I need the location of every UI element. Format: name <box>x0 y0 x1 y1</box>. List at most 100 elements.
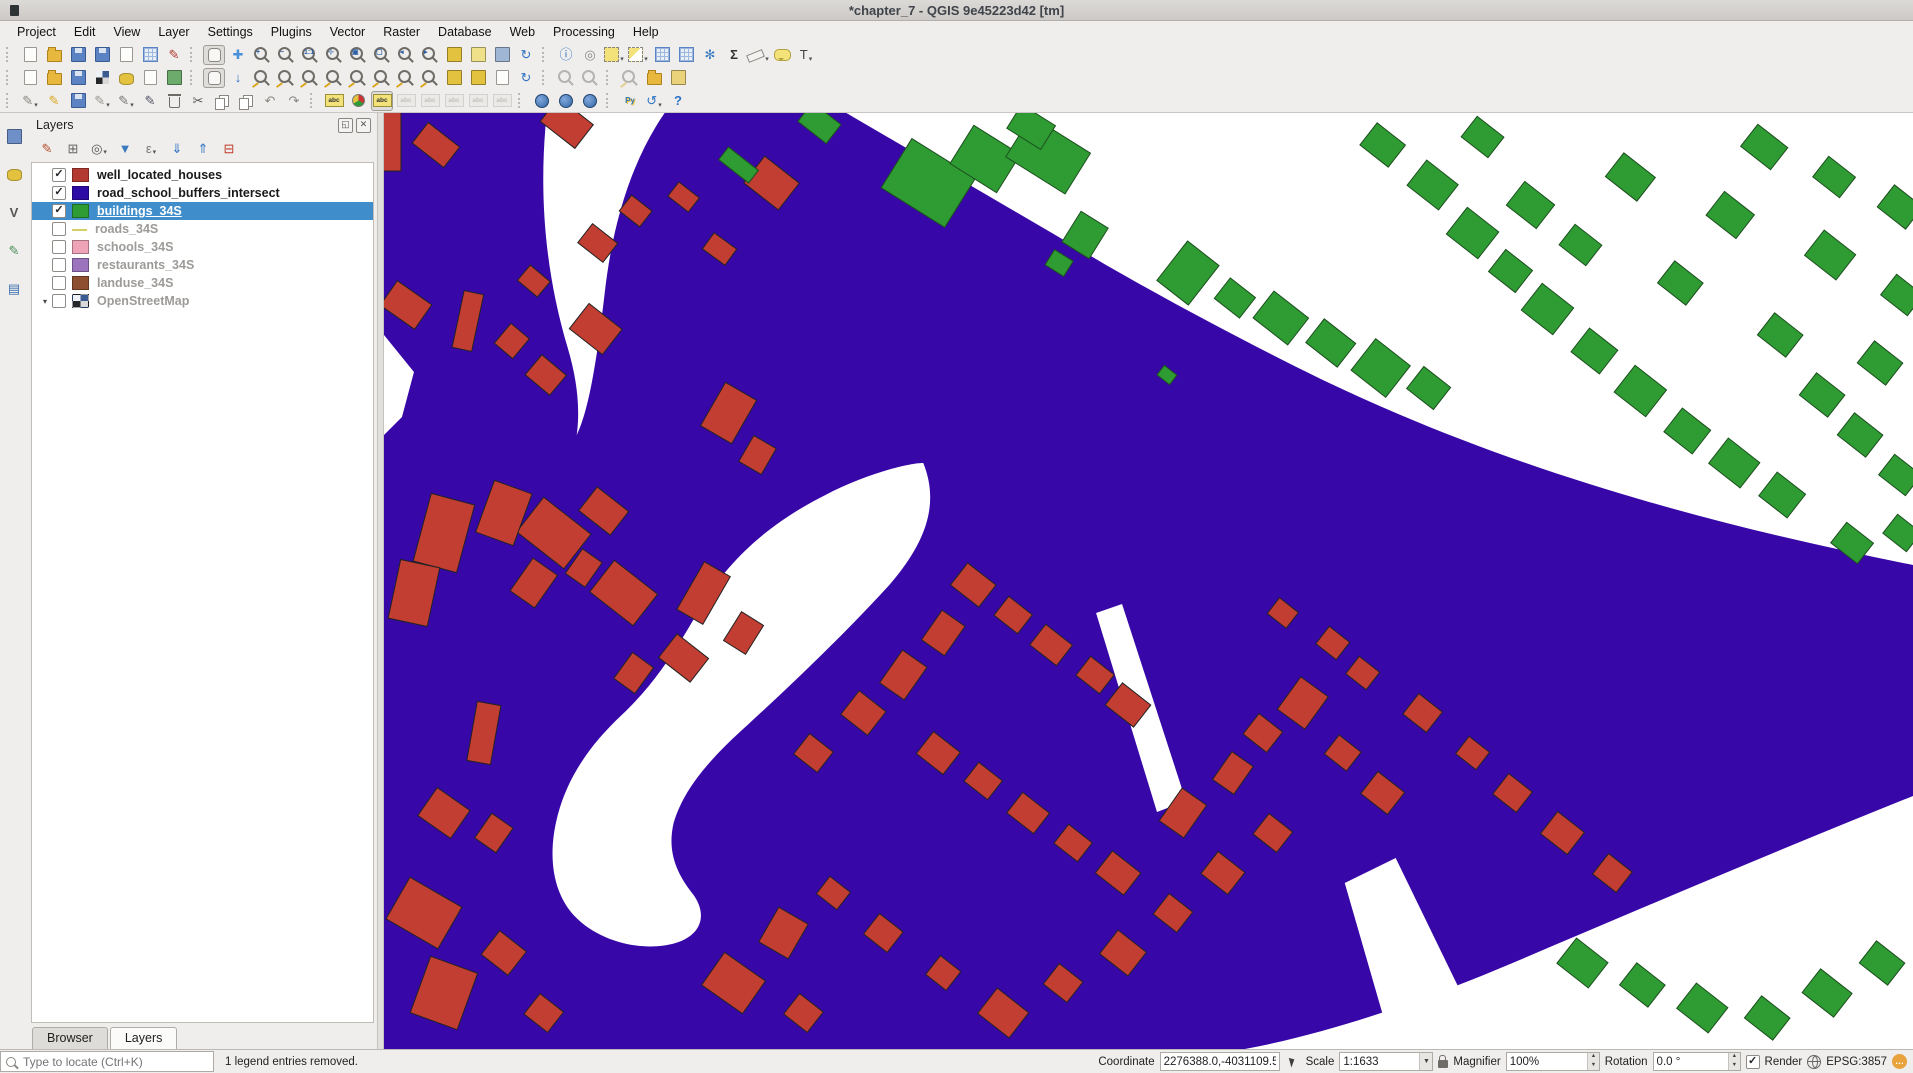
add-mesh-layer-icon[interactable] <box>91 68 113 88</box>
rotation-input[interactable] <box>1654 1056 1729 1068</box>
layer-item-roads_34S[interactable]: roads_34S <box>32 220 373 238</box>
redo-icon[interactable]: ↷ <box>283 91 305 111</box>
collapse-all-icon[interactable]: ⇑ <box>191 138 215 158</box>
pin-labels-icon[interactable]: abc <box>395 91 417 111</box>
select-cursor-icon[interactable] <box>619 68 641 88</box>
layer-labeling-icon[interactable]: abc <box>323 91 345 111</box>
rotation-spinner[interactable]: ▲▼ <box>1728 1053 1739 1070</box>
select-by-value-icon[interactable] <box>275 68 297 88</box>
render-checkbox[interactable]: ✓ <box>1746 1055 1760 1069</box>
digitize-with-curve-icon[interactable]: ✎▾ <box>91 91 113 111</box>
flash-feature-icon[interactable] <box>347 68 369 88</box>
zoom-to-selection-icon[interactable]: ▣ <box>347 45 369 65</box>
zoom-to-feature-icon[interactable] <box>323 68 345 88</box>
advanced-digitizing-panel-icon[interactable]: ✎ <box>2 239 26 261</box>
vertex-editor-panel-icon[interactable]: V <box>2 201 26 223</box>
open-attribute-table-icon[interactable] <box>651 45 673 65</box>
map-tips-icon[interactable] <box>771 45 793 65</box>
new-print-layout-icon[interactable] <box>115 45 137 65</box>
add-group-icon[interactable]: ⊞ <box>61 138 85 158</box>
save-layer-edits-icon[interactable] <box>67 91 89 111</box>
zoom-to-selected-icon[interactable]: ↓ <box>227 68 249 88</box>
menu-project[interactable]: Project <box>8 22 65 42</box>
zoom-in-icon[interactable]: + <box>251 45 273 65</box>
delete-selected-icon[interactable] <box>163 91 185 111</box>
magnifier-input[interactable] <box>1507 1056 1587 1068</box>
plugin-help-icon[interactable]: ↺▾ <box>643 91 665 111</box>
menu-raster[interactable]: Raster <box>374 22 429 42</box>
scale-input[interactable] <box>1340 1056 1419 1068</box>
show-bookmarks-icon[interactable] <box>467 45 489 65</box>
layer-item-buildings_34S[interactable]: buildings_34S <box>32 202 373 220</box>
layer-item-well_located_houses[interactable]: well_located_houses <box>32 166 373 184</box>
layer-checkbox[interactable] <box>52 222 66 236</box>
menu-edit[interactable]: Edit <box>65 22 105 42</box>
identify-features-icon[interactable]: ⓘ <box>555 45 577 65</box>
measure-angle-icon[interactable] <box>251 68 273 88</box>
whats-this-icon[interactable]: ? <box>667 91 689 111</box>
menu-settings[interactable]: Settings <box>199 22 262 42</box>
save-style-icon[interactable] <box>443 68 465 88</box>
paste-features-icon[interactable] <box>235 91 257 111</box>
map-canvas[interactable] <box>384 113 1913 1049</box>
undo-icon[interactable]: ↶ <box>259 91 281 111</box>
select-features-icon[interactable]: ▾ <box>603 45 625 65</box>
layer-checkbox[interactable] <box>52 204 66 218</box>
tab-browser[interactable]: Browser <box>32 1027 108 1049</box>
refresh-map-icon[interactable]: ↻ <box>515 45 537 65</box>
locate-input[interactable] <box>21 1054 208 1070</box>
add-raster-layer-icon[interactable] <box>67 68 89 88</box>
label-options-icon[interactable]: abc <box>371 91 393 111</box>
change-label-icon[interactable]: abc <box>491 91 513 111</box>
topology-check-icon[interactable] <box>419 68 441 88</box>
load-style-icon[interactable] <box>467 68 489 88</box>
messages-icon[interactable]: … <box>1892 1054 1907 1069</box>
layer-checkbox[interactable] <box>52 168 66 182</box>
locate-box[interactable] <box>0 1051 214 1072</box>
python-console-icon[interactable]: Py <box>619 91 641 111</box>
extents-toggle-icon[interactable] <box>1286 1052 1300 1072</box>
field-calculator-icon[interactable] <box>675 45 697 65</box>
layer-checkbox[interactable] <box>52 258 66 272</box>
zoom-out-icon[interactable]: − <box>275 45 297 65</box>
multiedit-attributes-icon[interactable]: ✎ <box>139 91 161 111</box>
layer-styling-panel-icon[interactable] <box>2 125 26 147</box>
layer-item-landuse_34S[interactable]: landuse_34S <box>32 274 373 292</box>
measure-line-icon[interactable]: ▾ <box>747 45 769 65</box>
menu-help[interactable]: Help <box>624 22 668 42</box>
layer-checkbox[interactable] <box>52 240 66 254</box>
add-vector-layer-icon[interactable] <box>43 68 65 88</box>
select-by-freehand-icon[interactable] <box>203 68 225 88</box>
style-manager-icon[interactable]: ✎ <box>163 45 185 65</box>
zoom-native-icon[interactable]: 1:1 <box>299 45 321 65</box>
rotate-label-icon[interactable]: abc <box>467 91 489 111</box>
open-project-icon[interactable] <box>43 45 65 65</box>
menu-database[interactable]: Database <box>429 22 501 42</box>
open-layer-styling-icon[interactable]: ✎ <box>35 138 59 158</box>
crs-globe-icon[interactable] <box>1807 1055 1821 1069</box>
remove-layer-icon[interactable]: ⊟ <box>217 138 241 158</box>
crs-label[interactable]: EPSG:3857 <box>1826 1056 1887 1068</box>
run-feature-action-icon[interactable]: ◎ <box>579 45 601 65</box>
tab-layers[interactable]: Layers <box>110 1027 178 1049</box>
layer-notes-icon[interactable] <box>491 68 513 88</box>
lock-scale-icon[interactable] <box>1438 1060 1448 1068</box>
scale-dropdown-icon[interactable]: ▼ <box>1419 1053 1432 1070</box>
copy-features-icon[interactable] <box>211 91 233 111</box>
panel-close-button[interactable]: ✕ <box>356 118 371 133</box>
panel-float-button[interactable]: ◱ <box>338 118 353 133</box>
processing-panel-icon[interactable]: ▤ <box>2 277 26 299</box>
save-project-as-icon[interactable] <box>91 45 113 65</box>
text-annotation-icon[interactable]: T▾ <box>795 45 817 65</box>
layer-checkbox[interactable] <box>52 294 66 308</box>
reload-layer-icon[interactable]: ↻ <box>515 68 537 88</box>
expand-arrow-icon[interactable]: ▾ <box>38 297 52 306</box>
select-by-radius-icon[interactable] <box>299 68 321 88</box>
layer-diagram-icon[interactable] <box>347 91 369 111</box>
identify-raster-icon[interactable] <box>579 68 601 88</box>
zoom-to-layer-icon[interactable]: ▢ <box>371 45 393 65</box>
coordinate-input[interactable] <box>1161 1056 1279 1068</box>
deselect-features-icon[interactable]: ▾ <box>627 45 649 65</box>
new-map-view-icon[interactable] <box>491 45 513 65</box>
trace-digitizing-icon[interactable] <box>395 68 417 88</box>
